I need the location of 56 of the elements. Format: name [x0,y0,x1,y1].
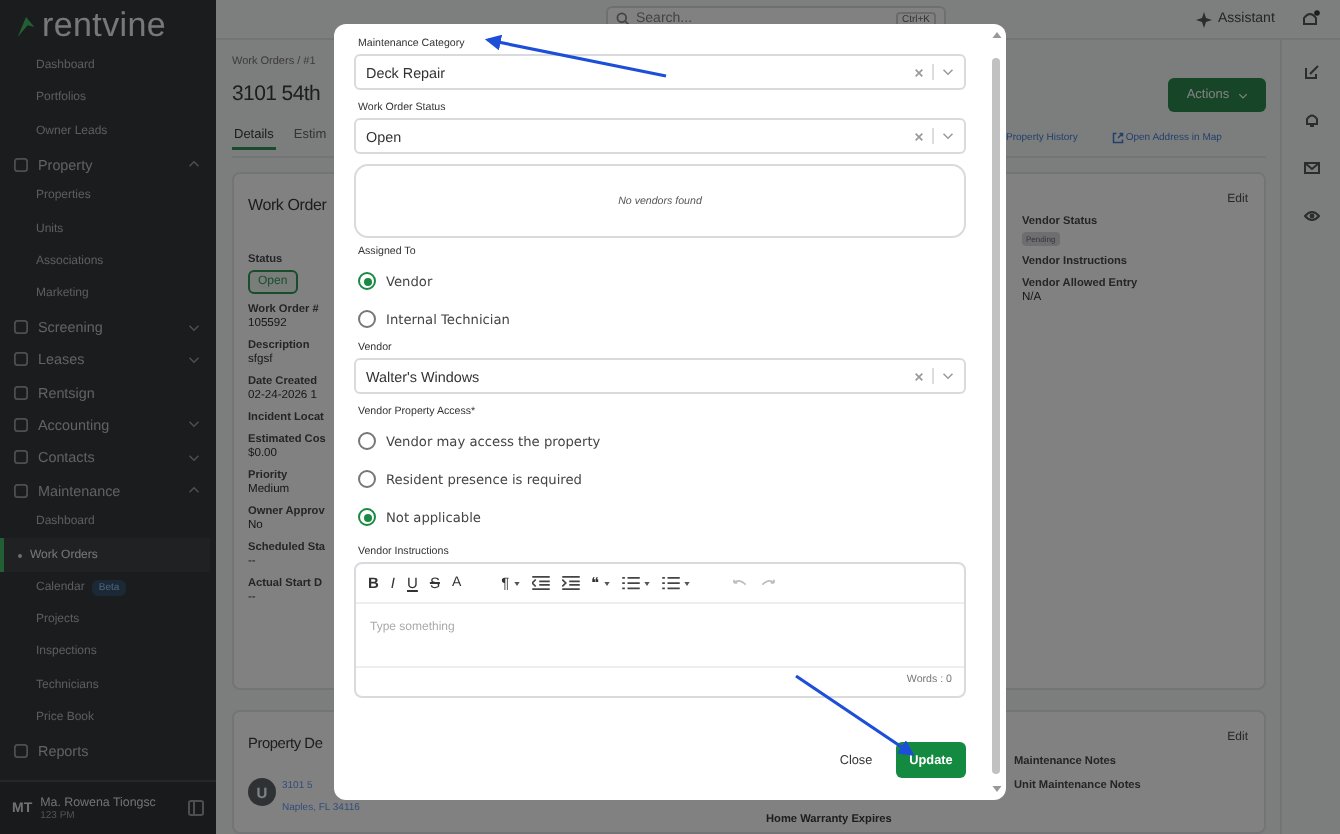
edit-icon[interactable] [1303,64,1319,80]
arrow-up-icon[interactable] [991,32,1001,38]
ordered-list-icon [621,576,640,590]
radio-button[interactable] [358,432,376,450]
radio-button[interactable] [358,310,376,328]
indent-icon [561,576,580,590]
square-icon [14,385,28,400]
caret-icon [683,581,690,585]
caret-icon [513,581,520,585]
ordered-list-button[interactable] [621,573,650,593]
clear-icon[interactable] [914,67,924,77]
square-icon [14,320,28,335]
chevron-down-icon [1237,91,1248,99]
chevron-up-icon [188,160,200,169]
radio-button[interactable] [358,272,376,290]
panel-icon[interactable] [188,800,204,816]
undo-icon [729,578,748,588]
mail-icon[interactable] [1303,160,1319,176]
square-icon [14,483,28,497]
eye-icon[interactable] [1303,208,1319,224]
sparkle-icon [1196,11,1212,27]
chevron-down-icon [188,453,200,462]
external-link-icon [1111,132,1124,144]
square-icon [14,157,28,172]
caret-icon [643,581,650,585]
chevron-up-icon [188,486,200,494]
radio-button[interactable] [358,470,376,488]
indent-button[interactable] [561,573,580,593]
bell-icon[interactable] [1303,112,1319,128]
outdent-button[interactable] [531,573,550,593]
square-icon [14,743,28,758]
square-icon [14,352,28,367]
clear-icon[interactable] [914,131,924,141]
search-icon [616,12,630,26]
redo-icon [759,578,778,588]
arrow-down-icon[interactable] [991,786,1001,792]
chevron-down-icon[interactable] [942,132,954,140]
chevron-down-icon[interactable] [942,68,954,76]
chevron-down-icon[interactable] [942,372,954,380]
radio-button[interactable] [358,508,376,526]
square-icon [14,450,28,465]
chevron-down-icon [188,323,200,332]
bullet-list-button[interactable] [661,573,690,593]
chevron-down-icon [188,355,200,364]
chevron-down-icon [188,420,200,429]
card-title: Work Order [248,196,327,214]
bullet-list-icon [661,576,680,590]
leaf-icon [16,13,36,39]
outdent-icon [531,576,550,590]
page-title: 3101 54th [232,82,323,106]
square-icon [14,417,28,432]
caret-icon [603,581,610,585]
logo-text: rentvine [42,6,167,46]
clear-icon[interactable] [914,371,924,381]
bell-icon[interactable] [1300,9,1321,29]
scrollbar[interactable] [990,32,1002,792]
